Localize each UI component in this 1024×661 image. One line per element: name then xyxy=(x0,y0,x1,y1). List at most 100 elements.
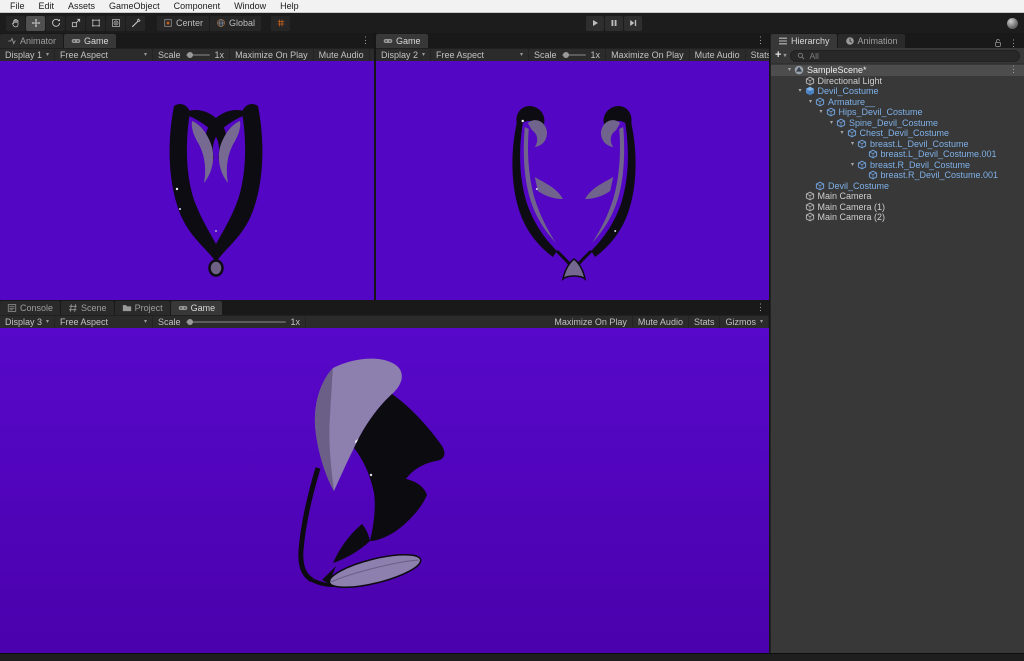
expand-arrow-icon[interactable]: ▾ xyxy=(848,162,857,168)
maximize-on-play-button[interactable]: Maximize On Play xyxy=(549,316,633,328)
expand-arrow-icon[interactable]: ▾ xyxy=(806,99,815,105)
tree-item-main-camera-1-[interactable]: Main Camera (1) xyxy=(771,202,1024,213)
tab-hierarchy[interactable]: Hierarchy xyxy=(771,34,837,48)
menu-assets[interactable]: Assets xyxy=(61,0,102,12)
menu-file[interactable]: File xyxy=(3,0,32,12)
expand-arrow-icon[interactable]: ▾ xyxy=(796,88,805,94)
panel2-menu-icon[interactable]: ⋮ xyxy=(752,36,769,45)
transform-tools xyxy=(6,16,145,31)
search-icon xyxy=(796,51,806,61)
tree-item-main-camera[interactable]: Main Camera xyxy=(771,191,1024,202)
expand-arrow-icon[interactable]: ▾ xyxy=(838,130,847,136)
tab-console[interactable]: Console xyxy=(0,301,60,315)
menu-gameobject[interactable]: GameObject xyxy=(102,0,167,12)
lock-icon[interactable] xyxy=(993,38,1003,48)
tree-item-chest-devil-costume[interactable]: ▾Chest_Devil_Costume xyxy=(771,128,1024,139)
tree-item-hips-devil-costume[interactable]: ▾Hips_Devil_Costume xyxy=(771,107,1024,118)
chevron-down-icon: ▾ xyxy=(520,52,523,58)
tree-item-breast-r-devil-costume-001[interactable]: breast.R_Devil_Costume.001 xyxy=(771,170,1024,181)
custom-tool-button[interactable] xyxy=(126,16,145,31)
gizmos-dropdown[interactable]: Gizmos ▾ xyxy=(720,316,769,328)
transform-icon xyxy=(111,18,121,28)
pause-button[interactable] xyxy=(605,16,623,31)
scale-control: Scale 1x xyxy=(529,49,606,61)
tab-game[interactable]: Game xyxy=(171,301,223,315)
pivot-toggle-button[interactable]: Center xyxy=(157,16,209,31)
scene-menu-icon[interactable]: ⋮ xyxy=(1005,65,1022,74)
maximize-on-play-button[interactable]: Maximize On Play xyxy=(230,49,314,61)
scale-tool-button[interactable] xyxy=(66,16,85,31)
tree-item-main-camera-2-[interactable]: Main Camera (2) xyxy=(771,212,1024,223)
scale-slider-knob[interactable] xyxy=(187,319,193,325)
tree-item-breast-l-devil-costume[interactable]: ▾breast.L_Devil_Costume xyxy=(771,139,1024,150)
menu-component[interactable]: Component xyxy=(167,0,228,12)
expand-arrow-icon[interactable]: ▾ xyxy=(848,141,857,147)
tab-game[interactable]: Game xyxy=(376,34,428,48)
tab-project[interactable]: Project xyxy=(115,301,170,315)
gameobject-icon xyxy=(868,149,878,159)
panel3-menu-icon[interactable]: ⋮ xyxy=(752,303,769,312)
menu-edit[interactable]: Edit xyxy=(32,0,62,12)
game-viewport-display3[interactable] xyxy=(0,328,769,653)
tab-game[interactable]: Game xyxy=(64,34,116,48)
tree-item-directional-light[interactable]: Directional Light xyxy=(771,76,1024,87)
tree-item-devil-costume[interactable]: ▾Devil_Costume xyxy=(771,86,1024,97)
menu-window[interactable]: Window xyxy=(227,0,273,12)
game-viewport-display1[interactable] xyxy=(0,61,374,300)
display-dropdown[interactable]: Display 2 ▾ xyxy=(376,49,431,61)
tree-item-devil-costume[interactable]: Devil_Costume xyxy=(771,181,1024,192)
move-tool-button[interactable] xyxy=(26,16,45,31)
game-viewport-display2[interactable] xyxy=(376,61,769,300)
step-icon xyxy=(628,18,638,28)
tab-scene[interactable]: Scene xyxy=(61,301,114,315)
scale-slider[interactable] xyxy=(562,54,586,56)
hierarchy-menu-icon[interactable]: ⋮ xyxy=(1005,39,1022,48)
orientation-toggle-button[interactable]: Global xyxy=(210,16,261,31)
tab-animator[interactable]: Animator xyxy=(0,34,63,48)
play-button[interactable] xyxy=(586,16,604,31)
tree-item-spine-devil-costume[interactable]: ▾Spine_Devil_Costume xyxy=(771,118,1024,129)
tree-item-samplescene-[interactable]: ▾SampleScene*⋮ xyxy=(771,65,1024,76)
maximize-on-play-button[interactable]: Maximize On Play xyxy=(606,49,690,61)
step-button[interactable] xyxy=(624,16,642,31)
display-dropdown[interactable]: Display 3 ▾ xyxy=(0,316,55,328)
aspect-dropdown[interactable]: Free Aspect ▾ xyxy=(55,49,153,61)
transform-tool-button[interactable] xyxy=(106,16,125,31)
scale-slider-knob[interactable] xyxy=(563,52,569,58)
scale-label: Scale xyxy=(158,50,181,60)
play-icon xyxy=(590,18,600,28)
grid-snap-button[interactable] xyxy=(271,16,290,31)
rect-tool-button[interactable] xyxy=(86,16,105,31)
display-dropdown[interactable]: Display 1 ▾ xyxy=(0,49,55,61)
hierarchy-tree: ▾SampleScene*⋮Directional Light▾Devil_Co… xyxy=(771,64,1024,223)
mute-audio-button[interactable]: Mute Audio xyxy=(633,316,689,328)
stats-button[interactable]: Stats xyxy=(370,49,374,61)
tree-item-armature-[interactable]: ▾Armature__ xyxy=(771,97,1024,108)
aspect-dropdown[interactable]: Free Aspect ▾ xyxy=(55,316,153,328)
aspect-dropdown[interactable]: Free Aspect ▾ xyxy=(431,49,529,61)
hierarchy-search-box[interactable] xyxy=(790,50,1020,62)
rotate-tool-button[interactable] xyxy=(46,16,65,31)
account-sphere-icon[interactable] xyxy=(1007,18,1018,29)
scale-slider[interactable] xyxy=(186,321,286,323)
search-input[interactable] xyxy=(809,51,1014,61)
mute-audio-button[interactable]: Mute Audio xyxy=(690,49,746,61)
expand-arrow-icon[interactable]: ▾ xyxy=(827,120,836,126)
stats-button[interactable]: Stats xyxy=(746,49,769,61)
project-icon xyxy=(122,303,132,313)
menu-help[interactable]: Help xyxy=(273,0,306,12)
tree-item-breast-l-devil-costume-001[interactable]: breast.L_Devil_Costume.001 xyxy=(771,149,1024,160)
tree-item-breast-r-devil-costume[interactable]: ▾breast.R_Devil_Costume xyxy=(771,160,1024,171)
panel1-menu-icon[interactable]: ⋮ xyxy=(357,36,374,45)
create-object-button[interactable]: + ▾ xyxy=(775,50,786,61)
expand-arrow-icon[interactable]: ▾ xyxy=(785,67,794,73)
scale-slider[interactable] xyxy=(186,54,210,56)
expand-arrow-icon[interactable]: ▾ xyxy=(817,109,826,115)
scale-slider-knob[interactable] xyxy=(187,52,193,58)
hand-tool-button[interactable] xyxy=(6,16,25,31)
console-icon xyxy=(7,303,17,313)
aspect-label: Free Aspect xyxy=(60,317,108,327)
tab-animation[interactable]: Animation xyxy=(838,34,905,48)
stats-button[interactable]: Stats xyxy=(689,316,721,328)
mute-audio-button[interactable]: Mute Audio xyxy=(314,49,370,61)
